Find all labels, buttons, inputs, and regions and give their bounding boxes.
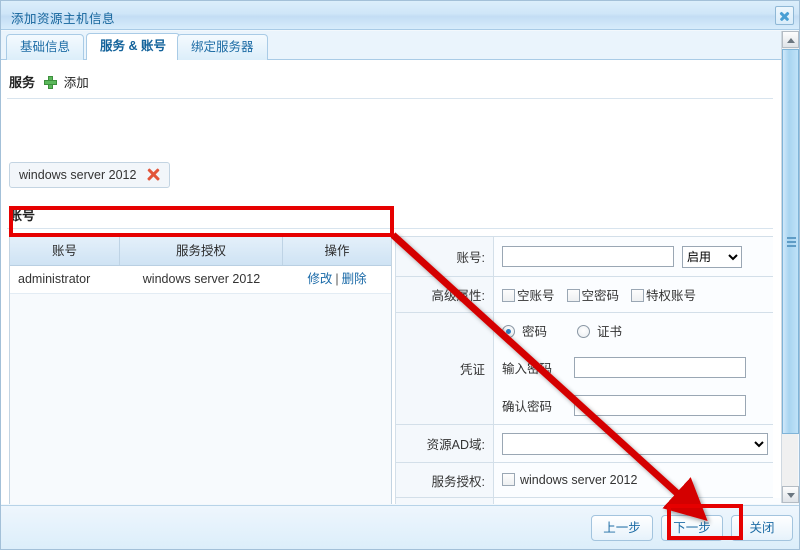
- plus-icon[interactable]: [44, 76, 58, 89]
- services-header: 服务 添加: [9, 72, 89, 90]
- checkbox-empty-account[interactable]: 空账号: [502, 285, 555, 304]
- radio-password[interactable]: 密码: [502, 321, 547, 340]
- radio-certificate[interactable]: 证书: [577, 321, 622, 340]
- account-form: 账号: 启用 高级属性: 空账号 空密码 特权账号 凭证 密码 证书 输入密码 …: [395, 236, 782, 504]
- cell-actions: 修改 | 删除: [283, 266, 391, 293]
- checkbox-service-auth-label: windows server 2012: [520, 473, 638, 487]
- services-divider: [7, 98, 773, 99]
- checkbox-empty-account-label: 空账号: [517, 289, 555, 303]
- tab-bar: 基础信息 服务 & 账号 绑定服务器: [1, 31, 782, 60]
- action-separator: |: [335, 272, 339, 286]
- plus-icon-horizontal: [44, 80, 58, 85]
- form-row-service-auth: 服务授权: windows server 2012: [396, 463, 773, 498]
- service-chip[interactable]: windows server 2012: [9, 162, 170, 188]
- label-confirm-password: 确认密码: [502, 399, 553, 414]
- tab-basic-info[interactable]: 基础信息: [6, 34, 85, 60]
- label-advanced-attributes: 高级属性:: [396, 277, 494, 312]
- label-account: 账号:: [396, 237, 494, 276]
- scrollbar-thumb[interactable]: [782, 49, 799, 434]
- account-status-select[interactable]: 启用: [682, 245, 742, 268]
- field-account: 启用: [494, 237, 773, 276]
- accounts-table: 账号 服务授权 操作 administrator windows server …: [9, 236, 392, 504]
- page-title: 添加资源主机信息: [11, 12, 116, 26]
- previous-step-button[interactable]: 上一步: [591, 515, 653, 541]
- credential-type-radios: 密码 证书: [494, 313, 773, 349]
- account-input[interactable]: [502, 246, 674, 267]
- checkbox-privileged-account[interactable]: 特权账号: [631, 285, 696, 304]
- scroll-up-arrow-icon[interactable]: [782, 31, 799, 48]
- checkbox-empty-password-label: 空密码: [581, 289, 620, 303]
- checkbox-service-auth[interactable]: windows server 2012: [502, 473, 637, 487]
- scroll-down-arrow-icon[interactable]: [782, 486, 799, 503]
- radio-certificate-dot[interactable]: [577, 325, 591, 339]
- field-advanced-attributes: 空账号 空密码 特权账号: [494, 277, 773, 312]
- edit-link[interactable]: 修改: [307, 272, 332, 286]
- credential-password-line: 输入密码: [494, 349, 773, 387]
- form-row-credential: 凭证 密码 证书 输入密码 确认密码: [396, 313, 773, 425]
- cell-account: administrator: [18, 272, 91, 286]
- ad-domain-select[interactable]: [502, 432, 768, 455]
- field-service-auth: windows server 2012: [494, 463, 773, 497]
- confirm-password-input[interactable]: [574, 394, 746, 416]
- password-input[interactable]: [574, 357, 746, 378]
- credential-confirm-line: 确认密码: [494, 386, 773, 424]
- column-header-actions[interactable]: 操作: [283, 237, 391, 265]
- form-row-advanced: 高级属性: 空账号 空密码 特权账号: [396, 277, 773, 313]
- checkbox-service-auth-box[interactable]: [502, 473, 515, 486]
- close-icon[interactable]: [775, 6, 794, 25]
- scroll-down-arrow-glyph: [787, 493, 795, 498]
- checkbox-empty-password-box[interactable]: [566, 289, 580, 302]
- vertical-scrollbar[interactable]: [781, 31, 799, 503]
- annotation-highlight-next-button: [667, 504, 743, 540]
- checkbox-empty-account-box[interactable]: [502, 289, 515, 302]
- field-credential: 密码 证书 输入密码 确认密码: [494, 313, 773, 424]
- annotation-highlight-table-row: [9, 206, 394, 237]
- label-credential: 凭证: [396, 313, 494, 424]
- cell-service-auth: windows server 2012: [142, 272, 261, 286]
- form-row-ad-domain: 资源AD域:: [396, 425, 773, 463]
- service-chip-label: windows server 2012: [19, 168, 137, 182]
- column-header-service-auth[interactable]: 服务授权: [120, 237, 283, 265]
- label-ad-domain: 资源AD域:: [396, 425, 494, 462]
- label-remark: 备注:: [396, 498, 494, 504]
- checkbox-privileged-account-box[interactable]: [631, 289, 645, 302]
- tab-service-account[interactable]: 服务 & 账号: [86, 33, 180, 60]
- column-header-account[interactable]: 账号: [10, 237, 120, 265]
- remove-x-icon[interactable]: [146, 168, 160, 182]
- radio-password-dot[interactable]: [502, 325, 515, 339]
- checkbox-empty-password[interactable]: 空密码: [566, 285, 620, 304]
- add-service-link[interactable]: 添加: [64, 76, 89, 90]
- field-ad-domain: [494, 425, 773, 462]
- checkbox-privileged-account-label: 特权账号: [646, 289, 697, 303]
- label-input-password: 输入密码: [502, 362, 553, 376]
- scrollbar-grip-icon: [787, 236, 796, 247]
- radio-certificate-label: 证书: [597, 325, 623, 340]
- scroll-up-arrow-glyph: [787, 38, 795, 43]
- dialog-window: 添加资源主机信息 基础信息 服务 & 账号 绑定服务器 服务 添加 window…: [0, 0, 800, 550]
- label-service-auth: 服务授权:: [396, 463, 494, 497]
- form-row-account: 账号: 启用: [396, 237, 773, 277]
- accounts-table-header: 账号 服务授权 操作: [10, 237, 391, 266]
- table-row[interactable]: administrator windows server 2012 修改 | 删除: [10, 266, 391, 294]
- radio-password-label: 密码: [522, 325, 548, 340]
- tab-bind-server[interactable]: 绑定服务器: [177, 34, 268, 60]
- services-section-title: 服务: [9, 75, 36, 90]
- dialog-titlebar: 添加资源主机信息: [1, 1, 799, 30]
- tab-panel-service-account: 服务 添加 windows server 2012 账号 账号 服务授权 操作: [1, 60, 782, 504]
- delete-link[interactable]: 删除: [342, 272, 367, 286]
